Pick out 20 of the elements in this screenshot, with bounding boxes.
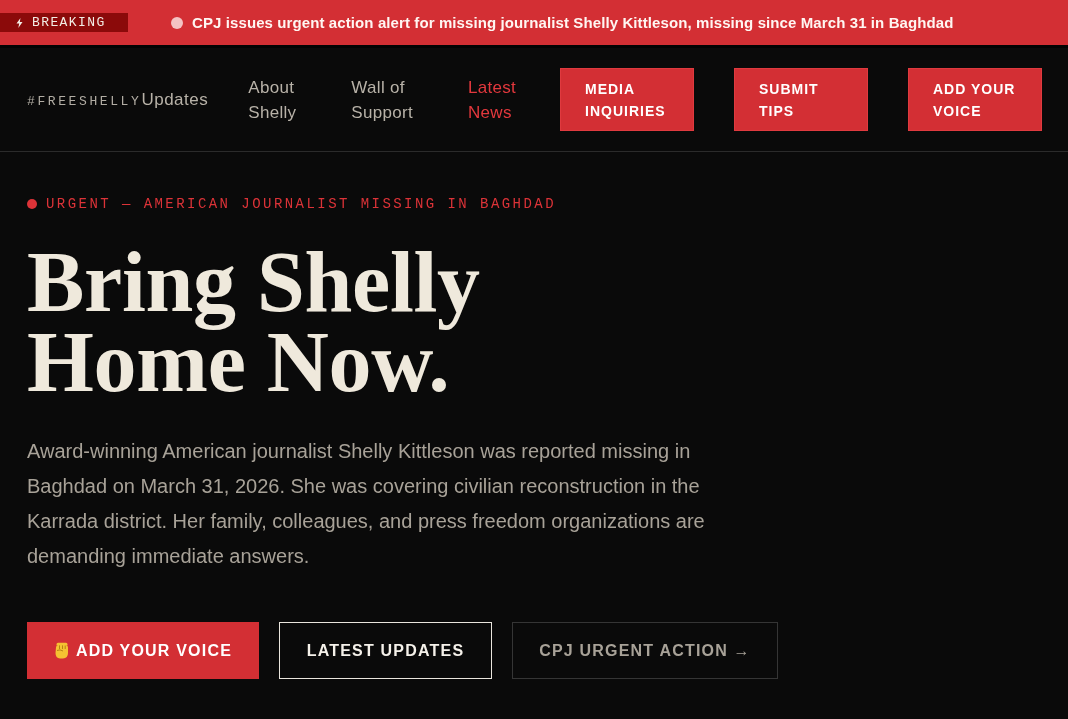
- primary-cta-button[interactable]: ADD YOUR VOICE: [27, 622, 259, 679]
- hero-description: Award-winning American journalist Shelly Kittleson was reported missing in Baghdad on March 31, 2026. She was covering civilian reconstruction in the Karrada district. Her family, colleagues, and press freedom organizations are demanding immediate answers.: [27, 439, 706, 569]
- logo-hashtag: #FREESHELLY: [27, 93, 142, 109]
- breaking-label: BREAKING: [32, 14, 106, 32]
- nav-link[interactable]: About Shelly: [248, 74, 297, 125]
- hero-title: Bring Shelly Home Now.: [27, 242, 481, 402]
- ghost-cta-button[interactable]: CPJ URGENT ACTION →: [512, 622, 778, 679]
- lightning-icon: [16, 17, 23, 28]
- nav-link[interactable]: Latest News: [468, 74, 517, 125]
- logo-suffix: Updates: [141, 89, 209, 110]
- alert-dot-icon: [27, 199, 37, 209]
- raised-fist-icon: [53, 642, 69, 659]
- outline-cta-button[interactable]: LATEST UPDATES: [279, 622, 492, 679]
- header-action-button[interactable]: ADD YOUR VOICE: [908, 68, 1042, 131]
- ticker-headline: CPJ issues urgent action alert for missing journalist Shelly Kittleson, missing since March 31 in Baghdad: [192, 14, 954, 31]
- nav-link[interactable]: Wall of Support: [351, 74, 413, 125]
- urgent-eyebrow: URGENT — AMERICAN JOURNALIST MISSING IN BAGHDAD: [46, 196, 556, 212]
- header-action-button[interactable]: SUBMIT TIPS: [734, 68, 868, 131]
- pulse-dot-icon: [171, 16, 183, 29]
- header-action-button[interactable]: MEDIA INQUIRIES: [560, 68, 694, 131]
